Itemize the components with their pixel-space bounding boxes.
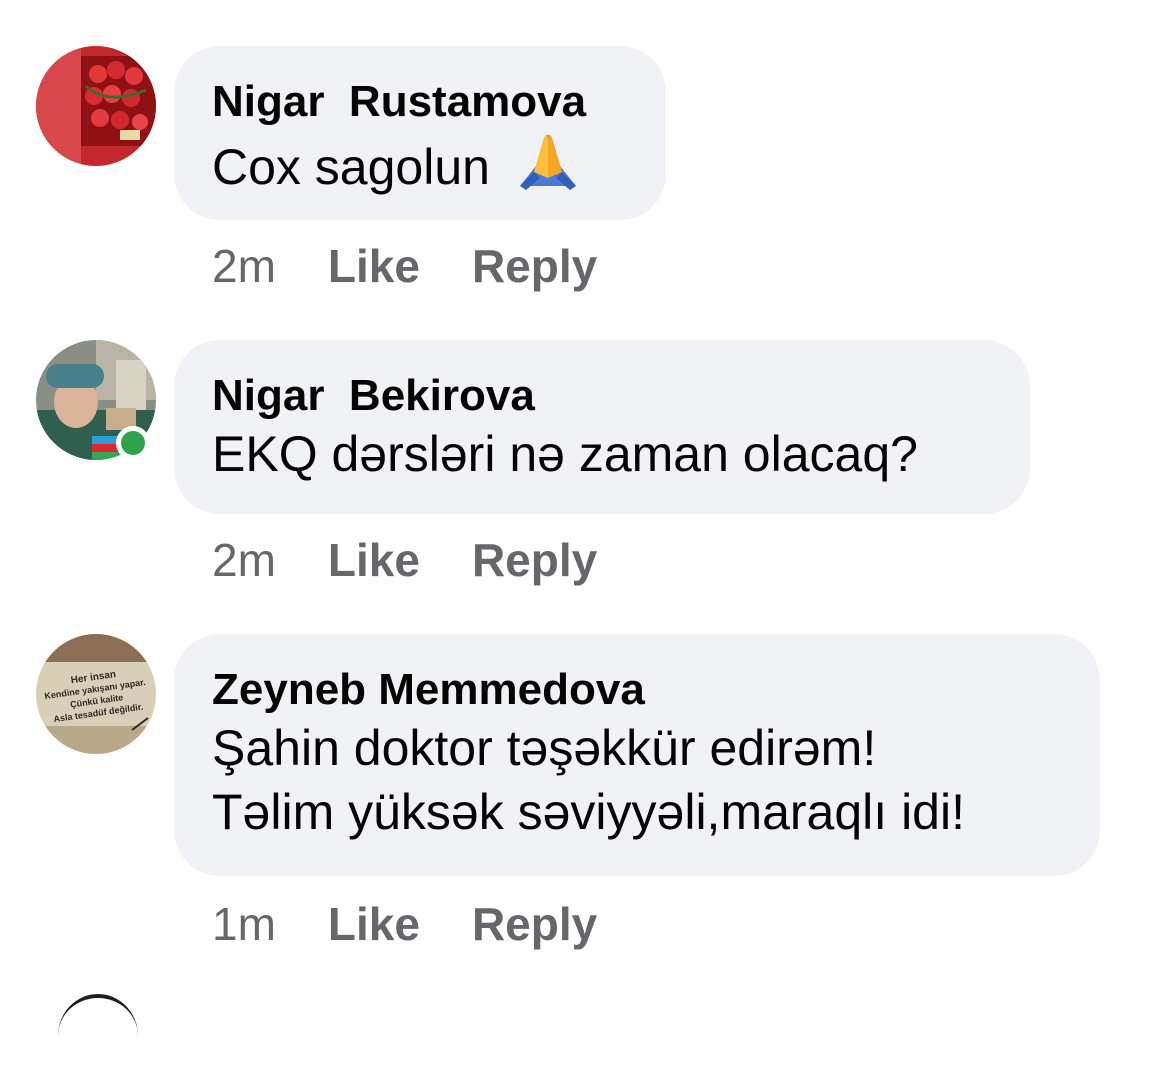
comment-text-line: Təlim yüksək səviyyəli,maraqlı idi! <box>212 784 965 840</box>
reply-button[interactable]: Reply <box>472 534 597 586</box>
comment-text-line: Şahin doktor təşəkkür edirəm! <box>212 720 877 776</box>
comment-timestamp[interactable]: 2m <box>212 240 276 292</box>
comment-text-line: Cox sagolun <box>212 139 490 195</box>
comment-text: Şahin doktor təşəkkür edirəm! Təlim yüks… <box>212 716 1062 844</box>
avatar-roses-image <box>36 46 156 166</box>
comment-actions: 1m Like Reply <box>212 896 649 952</box>
author-name[interactable]: Zeyneb Memmedova <box>212 664 1062 716</box>
comment-actions: 2m Like Reply <box>212 532 649 588</box>
avatar-quote-image: Her insan Kendine yakışanı yapar. Çünkü … <box>36 634 156 754</box>
comment-bubble: Zeyneb Memmedova Şahin doktor təşəkkür e… <box>174 634 1100 876</box>
comment-bubble: Nigar Bekirova EKQ dərsləri nə zaman ola… <box>174 340 1030 514</box>
comment-timestamp[interactable]: 2m <box>212 534 276 586</box>
avatar[interactable]: Her insan Kendine yakışanı yapar. Çünkü … <box>36 634 156 754</box>
comment-actions: 2m Like Reply <box>212 238 649 294</box>
online-status-indicator <box>116 426 150 460</box>
reply-button[interactable]: Reply <box>472 240 597 292</box>
author-name[interactable]: Nigar Bekirova <box>212 370 992 422</box>
like-button[interactable]: Like <box>328 898 420 950</box>
reply-button[interactable]: Reply <box>472 898 597 950</box>
folded-hands-icon <box>514 128 582 205</box>
like-button[interactable]: Like <box>328 240 420 292</box>
comment-bubble: Nigar Rustamova Cox sagolun <box>174 46 666 220</box>
avatar[interactable] <box>58 994 138 1078</box>
comment-text: EKQ dərsləri nə zaman olacaq? <box>212 422 992 486</box>
author-name[interactable]: Nigar Rustamova <box>212 76 628 128</box>
like-button[interactable]: Like <box>328 534 420 586</box>
comment-text-line: EKQ dərsləri nə zaman olacaq? <box>212 426 918 482</box>
comment-text: Cox sagolun <box>212 128 628 205</box>
avatar[interactable] <box>36 46 156 166</box>
comment-timestamp[interactable]: 1m <box>212 898 276 950</box>
